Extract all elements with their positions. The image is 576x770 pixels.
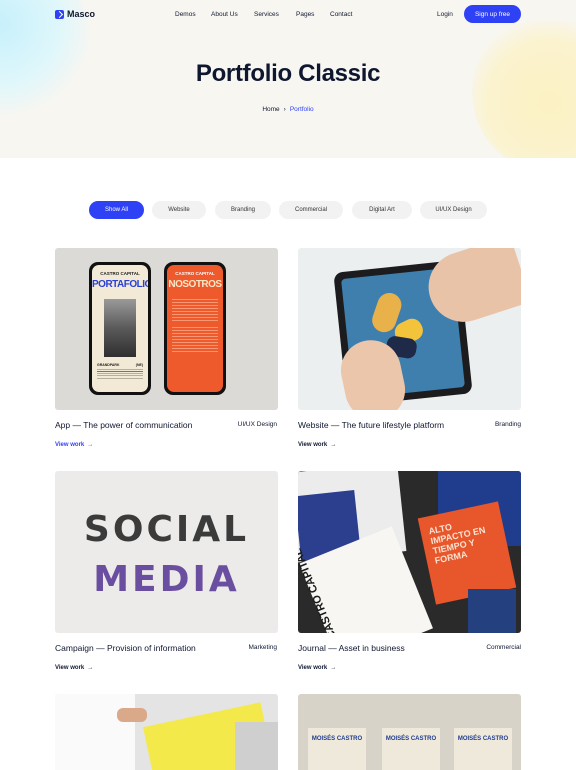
media-letters: MEDIA [93, 559, 240, 600]
laptop [235, 722, 278, 770]
filter-commercial[interactable]: Commercial [279, 201, 343, 219]
orange-cover-text: ALTO IMPACTO EN TIEMPO Y FORMA [427, 521, 487, 566]
arrow-right-icon: → [330, 442, 337, 448]
arrow-right-icon: → [87, 665, 94, 671]
view-work-label: View work [55, 665, 85, 671]
view-work-label: View work [298, 665, 328, 671]
filter-website[interactable]: Website [152, 201, 206, 219]
booklet-1: MOISÉS CASTRO [308, 728, 366, 770]
view-work-link[interactable]: View work → [55, 442, 93, 448]
phone-body-text-right [172, 299, 218, 321]
nav-item-demos[interactable]: Demos [175, 11, 196, 18]
project-category: Branding [494, 421, 521, 428]
breadcrumb: Home › Portfolio [0, 106, 576, 113]
arm [117, 708, 147, 722]
breadcrumb-separator-icon: › [283, 106, 286, 113]
project-thumbnail-booklet[interactable] [55, 694, 278, 770]
white-shirt [55, 694, 135, 770]
project-category: Commercial [486, 644, 521, 651]
nav-item-services[interactable]: Services [254, 11, 279, 18]
filter-show-all[interactable]: Show All [89, 201, 144, 219]
booklet-label: MOISÉS CASTRO [457, 736, 509, 742]
project-title[interactable]: Campaign — Provision of information [55, 643, 196, 653]
phone-brand-right: CASTRO CAPITAL [175, 271, 215, 276]
media-word: MEDIA [55, 559, 278, 600]
phone-brand: CASTRO CAPITAL [100, 271, 140, 276]
phone-headline: PORTAFOLIO [92, 279, 148, 290]
project-thumbnail-app[interactable]: CASTRO CAPITAL PORTAFOLIO GRANDPARK (NE)… [55, 248, 278, 410]
phone-body-text [97, 369, 143, 379]
social-word: SOCIAL [55, 509, 278, 550]
phone-body-text-right-2 [172, 327, 218, 353]
phone-mockup-right: CASTRO CAPITAL NOSOTROS [164, 262, 226, 395]
decorative-blob-right [472, 20, 576, 158]
blue-card-bottom [468, 589, 516, 633]
journal-spine-text: CASTRO CAPITAL [298, 546, 340, 633]
hero-section: Masco Demos About Us Services Pages Cont… [0, 0, 576, 158]
project-thumbnail-social-media[interactable]: SOCIAL MEDIA [55, 471, 278, 633]
project-category: Marketing [248, 644, 277, 651]
page-title: Portfolio Classic [195, 60, 381, 87]
login-link[interactable]: Login [437, 11, 453, 18]
phone-footer-label: GRANDPARK [97, 363, 120, 367]
filter-ui-ux-design[interactable]: UI/UX Design [420, 201, 487, 219]
phone-headline-right: NOSOTROS [168, 279, 222, 290]
social-letters: SOCIAL [83, 509, 250, 550]
arrow-right-icon: → [330, 665, 337, 671]
nav-item-pages[interactable]: Pages [296, 11, 314, 18]
project-title[interactable]: Journal — Asset in business [298, 643, 405, 653]
project-thumbnail-journal[interactable]: CASTRO CAPITAL ALTO IMPACTO EN TIEMPO Y … [298, 471, 521, 633]
signup-button[interactable]: Sign up free [464, 5, 521, 23]
booklet-3: MOISÉS CASTRO [454, 728, 512, 770]
breadcrumb-current: Portfolio [289, 106, 314, 113]
booklet-label: MOISÉS CASTRO [385, 736, 437, 742]
booklet-label: MOISÉS CASTRO [311, 736, 363, 742]
booklet-2: MOISÉS CASTRO [382, 728, 440, 770]
filter-digital-art[interactable]: Digital Art [352, 201, 412, 219]
view-work-label: View work [298, 442, 328, 448]
breadcrumb-home[interactable]: Home [262, 106, 279, 113]
project-title[interactable]: Website — The future lifestyle platform [298, 420, 444, 430]
arrow-right-icon: → [87, 442, 94, 448]
view-work-link[interactable]: View work → [298, 665, 336, 671]
view-work-label: View work [55, 442, 85, 448]
project-thumbnail-website[interactable] [298, 248, 521, 410]
nav-item-contact[interactable]: Contact [330, 11, 352, 18]
phone-footer-tag: (NE) [135, 363, 143, 367]
project-thumbnail-moises[interactable]: MOISÉS CASTRO MOISÉS CASTRO MOISÉS CASTR… [298, 694, 521, 770]
view-work-link[interactable]: View work → [298, 442, 336, 448]
filter-branding[interactable]: Branding [215, 201, 271, 219]
project-category: UI/UX Design [237, 421, 277, 428]
nav-item-about-us[interactable]: About Us [211, 11, 238, 18]
project-title[interactable]: App — The power of communication [55, 420, 192, 430]
building-photo [104, 299, 136, 357]
phone-mockup-left: CASTRO CAPITAL PORTAFOLIO GRANDPARK (NE) [89, 262, 151, 395]
top-nav: Masco Demos About Us Services Pages Cont… [0, 0, 576, 30]
view-work-link[interactable]: View work → [55, 665, 93, 671]
